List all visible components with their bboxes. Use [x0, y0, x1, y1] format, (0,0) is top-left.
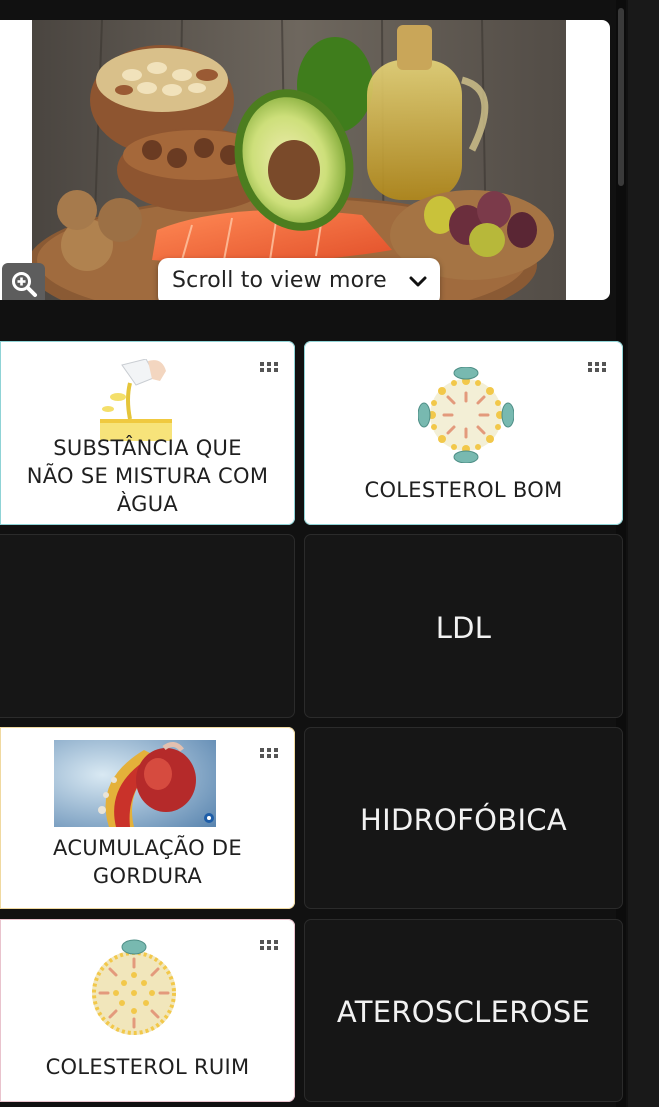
term-card-hydrophobic[interactable]: HIDROFÓBICA	[304, 727, 623, 909]
empty-drop-slot[interactable]	[0, 534, 295, 718]
drag-handle-icon[interactable]	[259, 939, 279, 951]
zoom-in-icon	[11, 272, 37, 297]
drag-handle-icon[interactable]	[587, 361, 607, 373]
artery-plaque-heart-image	[54, 740, 216, 827]
scroll-hint-label: Scroll to view more	[172, 268, 387, 293]
card-text: LDL	[435, 611, 492, 645]
answer-card-hdl[interactable]: COLESTEROL BOM	[304, 341, 623, 525]
oil-pouring-into-water-image	[100, 359, 172, 441]
card-text: COLESTEROL RUIM	[45, 1055, 250, 1079]
hero-image-card: Scroll to view more	[0, 20, 610, 300]
drag-handle-icon[interactable]	[259, 747, 279, 759]
card-text: COLESTEROL BOM	[364, 478, 563, 502]
chevron-down-icon	[409, 276, 427, 287]
term-card-ldl[interactable]: LDL	[304, 534, 623, 718]
side-panel-edge	[628, 0, 659, 1107]
answer-card-substance[interactable]: SUBSTÂNCIA QUE NÃO SE MISTURA COM ÀGUA	[0, 341, 295, 525]
card-text: ATEROSCLEROSE	[336, 995, 591, 1029]
scrollbar-thumb[interactable]	[618, 8, 624, 186]
card-text: HIDROFÓBICA	[359, 803, 567, 837]
answer-card-ldl-bad[interactable]: COLESTEROL RUIM	[0, 919, 295, 1102]
scroll-to-view-more-button[interactable]: Scroll to view more	[158, 258, 440, 300]
drag-handle-icon[interactable]	[259, 361, 279, 373]
card-text: ACUMULAÇÃO DE GORDURA	[53, 836, 242, 888]
lipoprotein-particle-image	[92, 939, 176, 1035]
zoom-button[interactable]	[2, 263, 45, 300]
card-text: SUBSTÂNCIA QUE NÃO SE MISTURA COM ÀGUA	[26, 436, 269, 516]
term-card-atherosclerosis[interactable]: ATEROSCLEROSE	[304, 919, 623, 1102]
answer-card-fat-accumulation[interactable]: ACUMULAÇÃO DE GORDURA	[0, 727, 295, 909]
lipoprotein-particle-image	[418, 367, 514, 463]
